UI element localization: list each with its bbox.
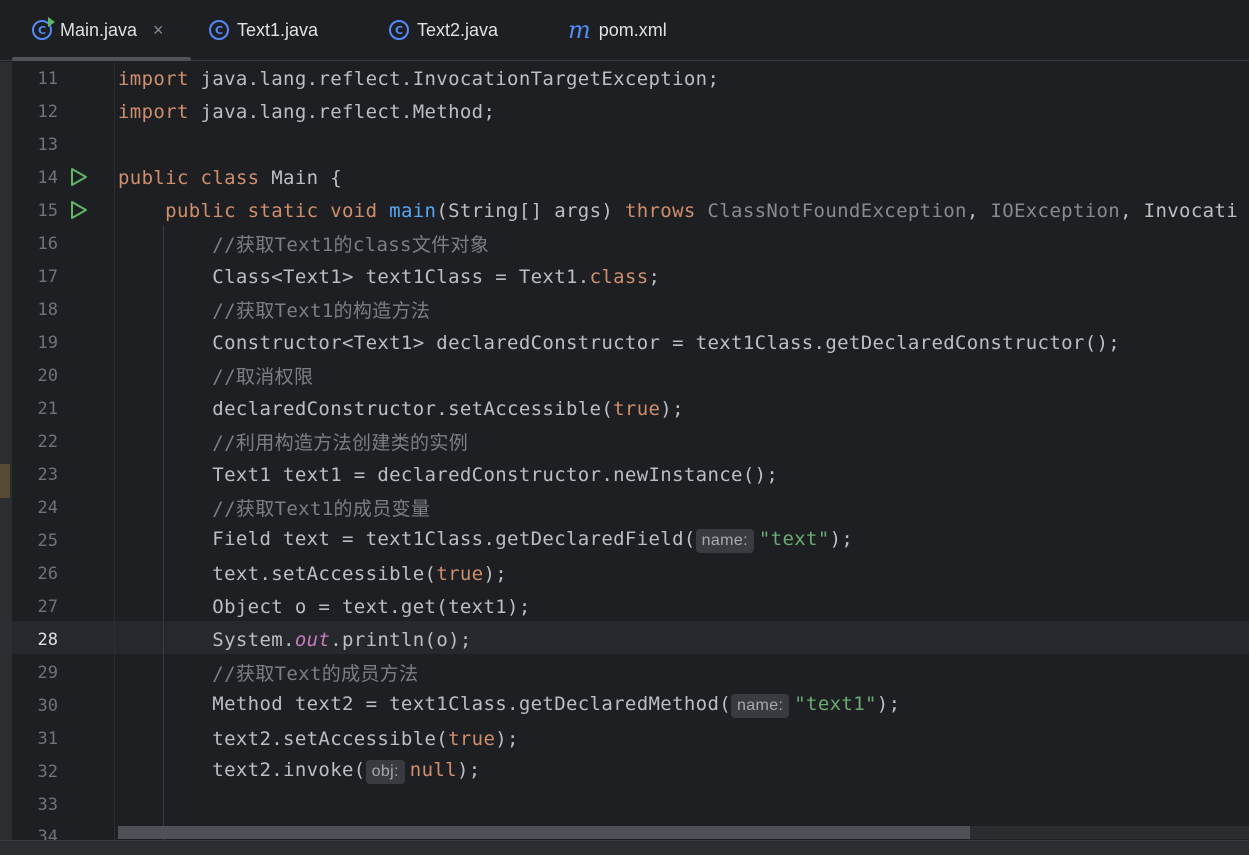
code-line: 32 text2.invoke(obj: null); [0, 755, 1249, 788]
code-line: 27 Object o = text.get(text1); [0, 590, 1249, 623]
code-line: 18 //获取Text1的构造方法 [0, 293, 1249, 326]
java-class-icon: C [389, 20, 409, 40]
code-line: 16 //获取Text1的class文件对象 [0, 227, 1249, 260]
code-text: public class Main { [118, 166, 342, 189]
line-number: 33 [37, 794, 58, 815]
line-number: 19 [37, 332, 58, 353]
code-comment: //获取Text的成员方法 [118, 663, 419, 685]
tab-pom-xml[interactable]: m pom.xml [568, 0, 667, 60]
java-main-class-icon: C [32, 17, 55, 40]
code-line: 30 Method text2 = text1Class.getDeclared… [0, 689, 1249, 722]
code-line: 20 //取消权限 [0, 359, 1249, 392]
line-number: 32 [37, 761, 58, 782]
line-number: 12 [37, 101, 58, 122]
code-line: 17 Class<Text1> text1Class = Text1.class… [0, 260, 1249, 293]
line-number: 28 [37, 629, 58, 650]
code-comment: //获取Text1的class文件对象 [118, 234, 490, 256]
run-icon[interactable] [68, 167, 88, 187]
code-line: 29 //获取Text的成员方法 [0, 656, 1249, 689]
line-number: 17 [37, 266, 58, 287]
tab-label: Text1.java [237, 19, 319, 40]
line-number: 30 [37, 695, 58, 716]
code-comment: //获取Text1的构造方法 [118, 300, 431, 322]
code-line: 22 //利用构造方法创建类的实例 [0, 425, 1249, 458]
tab-label: Text2.java [417, 19, 499, 40]
code-line: 19 Constructor<Text1> declaredConstructo… [0, 326, 1249, 359]
tab-label: Main.java [60, 19, 138, 40]
code-text: Field text = text1Class.getDeclaredField… [118, 528, 853, 553]
line-number: 27 [37, 596, 58, 617]
code-line-current: 28 System.out.println(o); [0, 623, 1249, 656]
line-number: 29 [37, 662, 58, 683]
code-text: text2.invoke(obj: null); [118, 759, 481, 784]
code-editor[interactable]: 11 import java.lang.reflect.InvocationTa… [0, 62, 1249, 854]
line-number: 24 [37, 497, 58, 518]
code-comment: //取消权限 [118, 366, 314, 388]
code-comment: //获取Text1的成员变量 [118, 498, 431, 520]
code-line: 15 public static void main(String[] args… [0, 194, 1249, 227]
line-number: 16 [37, 233, 58, 254]
code-text: text.setAccessible(true); [118, 562, 508, 585]
java-class-icon: C [209, 20, 229, 40]
code-text: declaredConstructor.setAccessible(true); [118, 397, 684, 420]
line-number: 14 [37, 167, 58, 188]
line-number: 26 [37, 563, 58, 584]
line-number: 25 [37, 530, 58, 551]
code-text: import java.lang.reflect.InvocationTarge… [118, 67, 720, 90]
parameter-hint: name: [695, 529, 754, 553]
code-text: Class<Text1> text1Class = Text1.class; [118, 265, 661, 288]
code-text: public static void main(String[] args) t… [118, 199, 1238, 222]
tab-text2-java[interactable]: C Text2.java [389, 0, 498, 60]
code-line: 12 import java.lang.reflect.Method; [0, 95, 1249, 128]
code-line: 33 [0, 788, 1249, 821]
status-bar [0, 840, 1249, 855]
editor-tab-bar: C Main.java × C Text1.java C Text2.java … [0, 0, 1249, 61]
tab-main-java[interactable]: C Main.java × [32, 0, 164, 60]
line-number: 18 [37, 299, 58, 320]
code-text: Constructor<Text1> declaredConstructor =… [118, 331, 1121, 354]
code-line: 26 text.setAccessible(true); [0, 557, 1249, 590]
code-text: Method text2 = text1Class.getDeclaredMet… [118, 693, 900, 718]
line-number: 34 [37, 827, 58, 841]
parameter-hint: name: [731, 694, 790, 718]
tab-text1-java[interactable]: C Text1.java [209, 0, 318, 60]
active-tab-indicator [12, 57, 191, 61]
code-line: 31 text2.setAccessible(true); [0, 722, 1249, 755]
run-icon[interactable] [68, 200, 88, 220]
line-number: 23 [37, 464, 58, 485]
code-line: 11 import java.lang.reflect.InvocationTa… [0, 62, 1249, 95]
code-text: Text1 text1 = declaredConstructor.newIns… [118, 463, 779, 486]
code-text: System.out.println(o); [118, 628, 472, 651]
line-number: 31 [37, 728, 58, 749]
line-number: 13 [37, 134, 58, 155]
code-comment: //利用构造方法创建类的实例 [118, 432, 469, 454]
line-number: 21 [37, 398, 58, 419]
code-line: 25 Field text = text1Class.getDeclaredFi… [0, 524, 1249, 557]
maven-icon: m [568, 16, 591, 44]
code-line: 14 public class Main { [0, 161, 1249, 194]
code-text: text2.setAccessible(true); [118, 727, 519, 750]
line-number: 11 [37, 68, 58, 89]
code-line: 23 Text1 text1 = declaredConstructor.new… [0, 458, 1249, 491]
close-icon[interactable]: × [153, 20, 164, 41]
line-number: 20 [37, 365, 58, 386]
code-text: import java.lang.reflect.Method; [118, 100, 496, 123]
horizontal-scrollbar-thumb[interactable] [118, 826, 970, 839]
code-line: 24 //获取Text1的成员变量 [0, 491, 1249, 524]
code-line: 21 declaredConstructor.setAccessible(tru… [0, 392, 1249, 425]
code-line: 13 [0, 128, 1249, 161]
parameter-hint: obj: [365, 760, 405, 784]
line-number: 22 [37, 431, 58, 452]
line-number: 15 [37, 200, 58, 221]
code-text: Object o = text.get(text1); [118, 595, 531, 618]
tab-label: pom.xml [598, 19, 667, 40]
